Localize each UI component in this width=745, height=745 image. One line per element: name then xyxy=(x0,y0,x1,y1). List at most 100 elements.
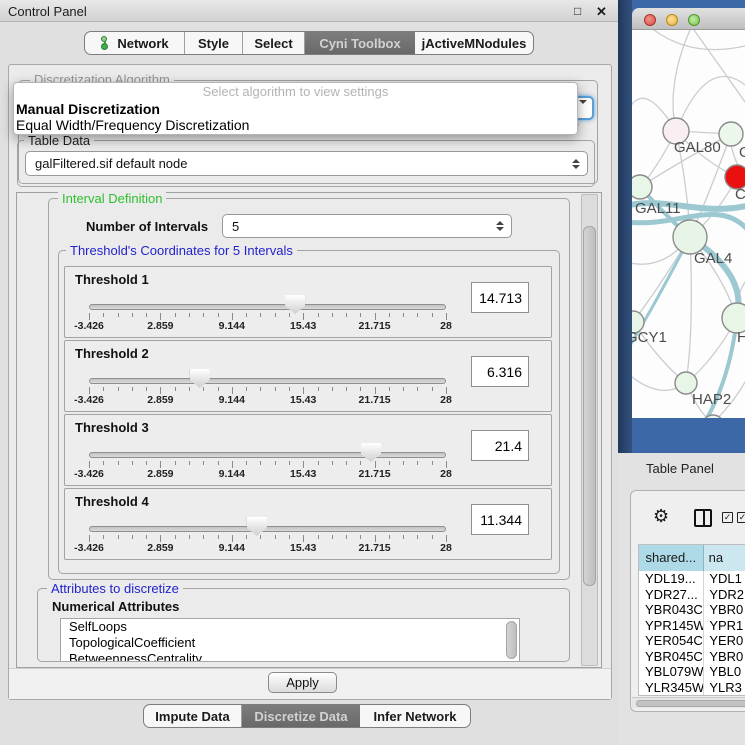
list-scrollbar-thumb[interactable] xyxy=(506,621,517,659)
attribute-list-item[interactable]: TopologicalCoefficient xyxy=(61,635,519,651)
table-row[interactable]: YLR345WYLR3 xyxy=(639,680,745,696)
cell-shared-name: YLR345W xyxy=(639,680,704,696)
slider-tick xyxy=(232,535,233,542)
split-columns-icon[interactable] xyxy=(694,509,712,527)
table-row[interactable]: YBL079WYBL0 xyxy=(639,664,745,680)
slider-tick-label: -3.426 xyxy=(74,320,104,332)
slider-tick xyxy=(432,535,433,539)
slider-tick-label: 28 xyxy=(440,468,452,480)
slider-tick xyxy=(275,387,276,391)
slider-tick xyxy=(275,313,276,317)
checkbox-icon[interactable]: ✓ xyxy=(737,512,745,523)
primary-tab-bar: Network StyleSelectCyni ToolboxjActiveMNo… xyxy=(84,31,534,55)
float-window-icon[interactable]: □ xyxy=(574,4,581,18)
column-header-name[interactable]: na xyxy=(704,545,745,571)
threshold-label: Threshold 4 xyxy=(75,494,149,509)
table-data-selected: galFiltered.sif default node xyxy=(35,156,187,171)
network-canvas[interactable]: GAL80GACGAL11GAL4GCY1HHAP2 xyxy=(632,30,745,418)
control-panel-titlebar: Control Panel □ ✕ xyxy=(0,0,618,22)
apply-button[interactable]: Apply xyxy=(268,672,337,693)
threshold-value-field[interactable]: 21.4 xyxy=(471,430,529,461)
panel-scrollbar-thumb[interactable] xyxy=(583,226,596,586)
window-title: Control Panel xyxy=(8,4,87,19)
slider-track[interactable] xyxy=(89,304,446,310)
table-header-row: shared... na xyxy=(639,545,745,571)
network-node[interactable] xyxy=(719,122,743,146)
table-horizontal-scrollbar[interactable] xyxy=(632,697,745,708)
slider-tick xyxy=(260,387,261,391)
table-row[interactable]: YBR045CYBR0 xyxy=(639,649,745,665)
slider-tick xyxy=(289,461,290,465)
number-of-intervals-combobox[interactable]: 5 xyxy=(222,214,512,238)
column-header-shared[interactable]: shared... xyxy=(639,545,704,571)
network-node[interactable] xyxy=(632,175,652,199)
tab-impute-data[interactable]: Impute Data xyxy=(144,705,242,727)
tab-select[interactable]: Select xyxy=(243,32,305,54)
slider-tick xyxy=(132,461,133,465)
attribute-list-item[interactable]: BetweennessCentrality xyxy=(61,651,519,662)
cell-shared-name: YDR27... xyxy=(639,587,704,603)
slider-thumb[interactable] xyxy=(190,369,210,388)
node-table[interactable]: shared... na YDL19...YDL1YDR27...YDR2YBR… xyxy=(638,544,745,696)
slider-tick-label: -3.426 xyxy=(74,468,104,480)
slider-tick xyxy=(417,461,418,465)
combo-arrows-icon xyxy=(496,221,504,231)
zoom-traffic-light-icon[interactable] xyxy=(688,14,700,26)
minimize-traffic-light-icon[interactable] xyxy=(666,14,678,26)
table-row[interactable]: YIL052CYIL0 xyxy=(639,695,745,696)
table-row[interactable]: YER054CYER0 xyxy=(639,633,745,649)
numerical-attributes-list[interactable]: SelfLoopsTopologicalCoefficientBetweenne… xyxy=(60,618,520,662)
close-traffic-light-icon[interactable] xyxy=(644,14,656,26)
network-node-label: GA xyxy=(739,144,745,161)
slider-tick xyxy=(132,313,133,317)
tab-discretize-data[interactable]: Discretize Data xyxy=(242,705,360,727)
threshold-panel: Threshold 1-3.4262.8599.14415.4321.71528… xyxy=(64,266,552,338)
attribute-list-item[interactable]: SelfLoops xyxy=(61,619,519,635)
slider-tick xyxy=(118,387,119,391)
slider-thumb[interactable] xyxy=(285,295,305,314)
window-edge-shadow xyxy=(618,0,632,453)
network-node[interactable] xyxy=(673,220,707,254)
cell-shared-name: YER054C xyxy=(639,633,704,649)
tab-style[interactable]: Style xyxy=(185,32,243,54)
tab-jactivemnodules[interactable]: jActiveMNodules xyxy=(415,32,533,54)
threshold-value-field[interactable]: 14.713 xyxy=(471,282,529,313)
table-data-combobox[interactable]: galFiltered.sif default node xyxy=(25,151,588,176)
table-row[interactable]: YPR145WYPR1 xyxy=(639,618,745,634)
threshold-value-field[interactable]: 6.316 xyxy=(471,356,529,387)
slider-tick-label: 21.715 xyxy=(359,468,391,480)
tab-infer-network[interactable]: Infer Network xyxy=(360,705,470,727)
slider-tick xyxy=(332,461,333,465)
slider-tick xyxy=(360,313,361,317)
table-row[interactable]: YDL19...YDL1 xyxy=(639,571,745,587)
tab-label: Network xyxy=(117,36,168,51)
network-edge xyxy=(673,30,690,131)
slider-tick xyxy=(189,535,190,539)
close-window-icon[interactable]: ✕ xyxy=(596,4,607,20)
network-node-label: GAL11 xyxy=(635,200,681,217)
cell-name: YIL0 xyxy=(704,695,745,696)
table-row[interactable]: YDR27...YDR2 xyxy=(639,587,745,603)
slider-track[interactable] xyxy=(89,452,446,458)
threshold-label: Threshold 1 xyxy=(75,272,149,287)
dropdown-option[interactable]: Manual Discretization xyxy=(14,101,577,117)
slider-tick xyxy=(289,535,290,539)
slider-track[interactable] xyxy=(89,526,446,532)
table-row[interactable]: YBR043CYBR0 xyxy=(639,602,745,618)
settings-gear-icon[interactable]: ⚙ xyxy=(653,506,669,527)
slider-track[interactable] xyxy=(89,378,446,384)
tab-cyni-toolbox[interactable]: Cyni Toolbox xyxy=(305,32,415,54)
tab-network[interactable]: Network xyxy=(85,32,185,54)
checkbox-icon[interactable]: ✓ xyxy=(722,512,733,523)
slider-tick xyxy=(203,313,204,317)
slider-thumb[interactable] xyxy=(361,443,381,462)
dropdown-option[interactable]: Equal Width/Frequency Discretization xyxy=(14,117,577,133)
slider-tick-label: 21.715 xyxy=(359,394,391,406)
numerical-attributes-label: Numerical Attributes xyxy=(52,599,179,614)
slider-tick xyxy=(203,535,204,539)
slider-tick xyxy=(389,535,390,539)
slider-thumb[interactable] xyxy=(247,517,267,536)
slider-tick xyxy=(175,387,176,391)
threshold-value-field[interactable]: 11.344 xyxy=(471,504,529,535)
threshold-coordinates-title: Threshold's Coordinates for 5 Intervals xyxy=(66,243,297,258)
